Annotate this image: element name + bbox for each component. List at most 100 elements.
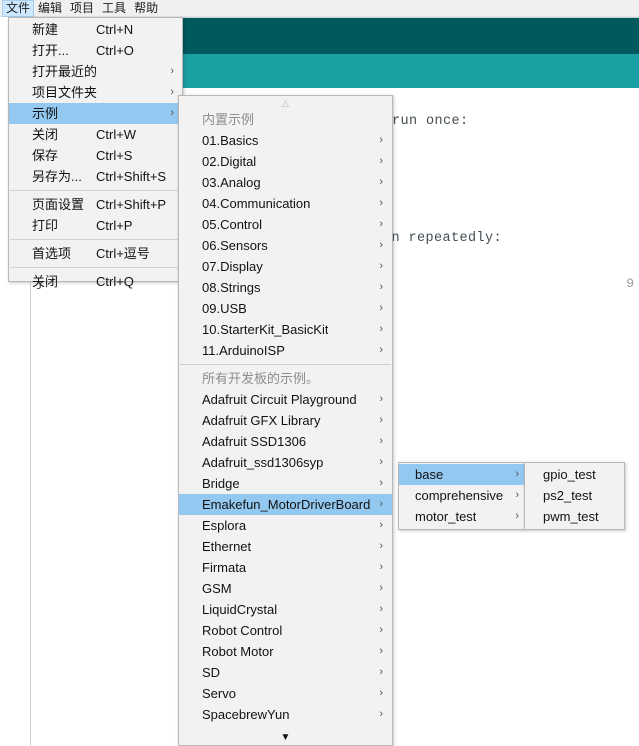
menu-item-[interactable]: 打开最近的 ›	[9, 61, 182, 82]
menu-item-[interactable]: 新建 Ctrl+N	[9, 19, 182, 40]
scroll-down-icon[interactable]: ▼	[179, 731, 392, 744]
code-fragment: un repeatedly:	[383, 231, 503, 246]
menu-separator	[10, 267, 181, 268]
submenu-arrow-icon: ›	[379, 239, 383, 251]
motordriverboard-submenu-popup[interactable]: base › comprehensive › motor_test ›	[398, 462, 525, 530]
menubar-item-0[interactable]: 文件	[2, 0, 35, 17]
menu-item-label: 03.Analog	[202, 175, 261, 190]
menu-item-[interactable]: 另存为... Ctrl+Shift+S	[9, 166, 182, 187]
menu-item-label: 07.Display	[202, 259, 263, 274]
menubar-item-1[interactable]: 编辑	[34, 0, 66, 17]
menu-item-adafruit-circuit-playground[interactable]: Adafruit Circuit Playground ›	[179, 389, 392, 410]
menu-item-label: base	[415, 467, 444, 482]
menu-item-label: Ethernet	[202, 539, 252, 554]
menu-item-03-analog[interactable]: 03.Analog ›	[179, 172, 392, 193]
menu-item-robot-control[interactable]: Robot Control ›	[179, 620, 392, 641]
menu-item-shortcut: Ctrl+O	[96, 43, 134, 58]
menu-item-09-usb[interactable]: 09.USB ›	[179, 298, 392, 319]
submenu-arrow-icon: ›	[379, 582, 383, 594]
examples-menu-popup[interactable]: △ 内置示例 01.Basics › 02.Digital › 03.Analog › 04.…	[178, 95, 393, 746]
submenu-arrow-icon: ›	[379, 393, 383, 405]
examples-menu-list: 内置示例 01.Basics › 02.Digital › 03.Analog › 04.Co…	[179, 109, 392, 730]
menu-item-gpio-test[interactable]: gpio_test	[525, 464, 624, 485]
menu-item-firmata[interactable]: Firmata ›	[179, 557, 392, 578]
menu-item-label: Robot Control	[202, 623, 283, 638]
menu-item-spacebrewyun[interactable]: SpacebrewYun ›	[179, 704, 392, 725]
menu-item-liquidcrystal[interactable]: LiquidCrystal ›	[179, 599, 392, 620]
menu-item-08-strings[interactable]: 08.Strings ›	[179, 277, 392, 298]
toolbar-primary[interactable]	[182, 18, 639, 54]
menu-item-label: 05.Control	[202, 217, 262, 232]
menu-item-07-display[interactable]: 07.Display ›	[179, 256, 392, 277]
menu-item-base[interactable]: base ›	[399, 464, 524, 485]
menu-item-label: SpacebrewYun	[202, 707, 290, 722]
menu-item-label: Firmata	[202, 560, 247, 575]
menu-item-adafruit-ssd1306syp[interactable]: Adafruit_ssd1306syp ›	[179, 452, 392, 473]
base-sketches-submenu-popup[interactable]: gpio_test ps2_test pwm_test	[524, 462, 625, 530]
menu-item-05-control[interactable]: 05.Control ›	[179, 214, 392, 235]
menu-item-shortcut: Ctrl+S	[96, 148, 133, 163]
menu-item-ps2-test[interactable]: ps2_test	[525, 485, 624, 506]
submenu-arrow-icon: ›	[170, 86, 174, 98]
menu-item-label: 02.Digital	[202, 154, 257, 169]
menu-item-label: 10.StarterKit_BasicKit	[202, 322, 329, 337]
menu-item-label: 08.Strings	[202, 280, 261, 295]
menu-item-pwm-test[interactable]: pwm_test	[525, 506, 624, 527]
menu-item-servo[interactable]: Servo ›	[179, 683, 392, 704]
menu-item-[interactable]: 关闭 Ctrl+Q	[9, 271, 182, 292]
menu-item-emakefun-motordriverboard[interactable]: Emakefun_MotorDriverBoard ›	[179, 494, 392, 515]
submenu-arrow-icon: ›	[379, 323, 383, 335]
menu-item-label: Adafruit Circuit Playground	[202, 392, 357, 407]
submenu-arrow-icon: ›	[170, 65, 174, 77]
submenu-arrow-icon: ›	[379, 519, 383, 531]
menu-item-adafruit-ssd1306[interactable]: Adafruit SSD1306 ›	[179, 431, 392, 452]
menu-item-motor-test[interactable]: motor_test ›	[399, 506, 524, 527]
menu-item-11-arduinoisp[interactable]: 11.ArduinoISP ›	[179, 340, 392, 361]
menu-item-shortcut: Ctrl+Shift+P	[96, 197, 167, 212]
menu-item-[interactable]: 打印 Ctrl+P	[9, 215, 182, 236]
menu-item-10-starterkit-basickit[interactable]: 10.StarterKit_BasicKit ›	[179, 319, 392, 340]
menu-item-label: 关闭	[32, 127, 59, 142]
menu-item-02-digital[interactable]: 02.Digital ›	[179, 151, 392, 172]
menu-item-label: 打开最近的	[32, 64, 98, 79]
menu-item-label: Servo	[202, 686, 236, 701]
menu-item-adafruit-gfx-library[interactable]: Adafruit GFX Library ›	[179, 410, 392, 431]
submenu-arrow-icon: ›	[379, 687, 383, 699]
menu-item-stepper[interactable]: Stepper ›	[179, 725, 392, 730]
menu-item-[interactable]: 保存 Ctrl+S	[9, 145, 182, 166]
menu-item-sd[interactable]: SD ›	[179, 662, 392, 683]
menu-item-[interactable]: 项目文件夹 ›	[9, 82, 182, 103]
menu-item-[interactable]: 打开... Ctrl+O	[9, 40, 182, 61]
menu-item-shortcut: Ctrl+Shift+S	[96, 169, 167, 184]
menubar-item-4[interactable]: 帮助	[130, 0, 162, 17]
menu-item-[interactable]: 页面设置 Ctrl+Shift+P	[9, 194, 182, 215]
file-menu-popup[interactable]: 新建 Ctrl+N 打开... Ctrl+O 打开最近的 › 项目文件夹 › 示例 › 关闭 Ctrl…	[8, 17, 183, 289]
menu-item-[interactable]: 首选项 Ctrl+逗号	[9, 243, 182, 264]
menu-item-bridge[interactable]: Bridge ›	[179, 473, 392, 494]
submenu-arrow-icon: ›	[379, 260, 383, 272]
submenu-arrow-icon: ›	[379, 197, 383, 209]
menu-item-[interactable]: 示例 ›	[9, 103, 182, 124]
menu-item-shortcut: Ctrl+N	[96, 22, 134, 37]
menu-item-06-sensors[interactable]: 06.Sensors ›	[179, 235, 392, 256]
submenu-arrow-icon: ›	[379, 218, 383, 230]
menu-item-ethernet[interactable]: Ethernet ›	[179, 536, 392, 557]
menu-item-esplora[interactable]: Esplora ›	[179, 515, 392, 536]
menu-item-comprehensive[interactable]: comprehensive ›	[399, 485, 524, 506]
toolbar-tab-strip[interactable]	[182, 54, 639, 88]
menu-item-label: Adafruit GFX Library	[202, 413, 321, 428]
menubar-item-2[interactable]: 项目	[66, 0, 98, 17]
submenu-arrow-icon: ›	[515, 510, 519, 522]
menu-item-label: Stepper	[202, 725, 248, 730]
menu-item-label: GSM	[202, 581, 232, 596]
menu-item-label: gpio_test	[543, 467, 596, 482]
menu-item-01-basics[interactable]: 01.Basics ›	[179, 130, 392, 151]
menu-item-robot-motor[interactable]: Robot Motor ›	[179, 641, 392, 662]
menu-item-04-communication[interactable]: 04.Communication ›	[179, 193, 392, 214]
menubar-item-3[interactable]: 工具	[98, 0, 130, 17]
menu-item-[interactable]: 关闭 Ctrl+W	[9, 124, 182, 145]
submenu-arrow-icon: ›	[379, 540, 383, 552]
submenu-arrow-icon: ›	[379, 456, 383, 468]
menu-item-label: 11.ArduinoISP	[202, 343, 285, 358]
menu-item-gsm[interactable]: GSM ›	[179, 578, 392, 599]
